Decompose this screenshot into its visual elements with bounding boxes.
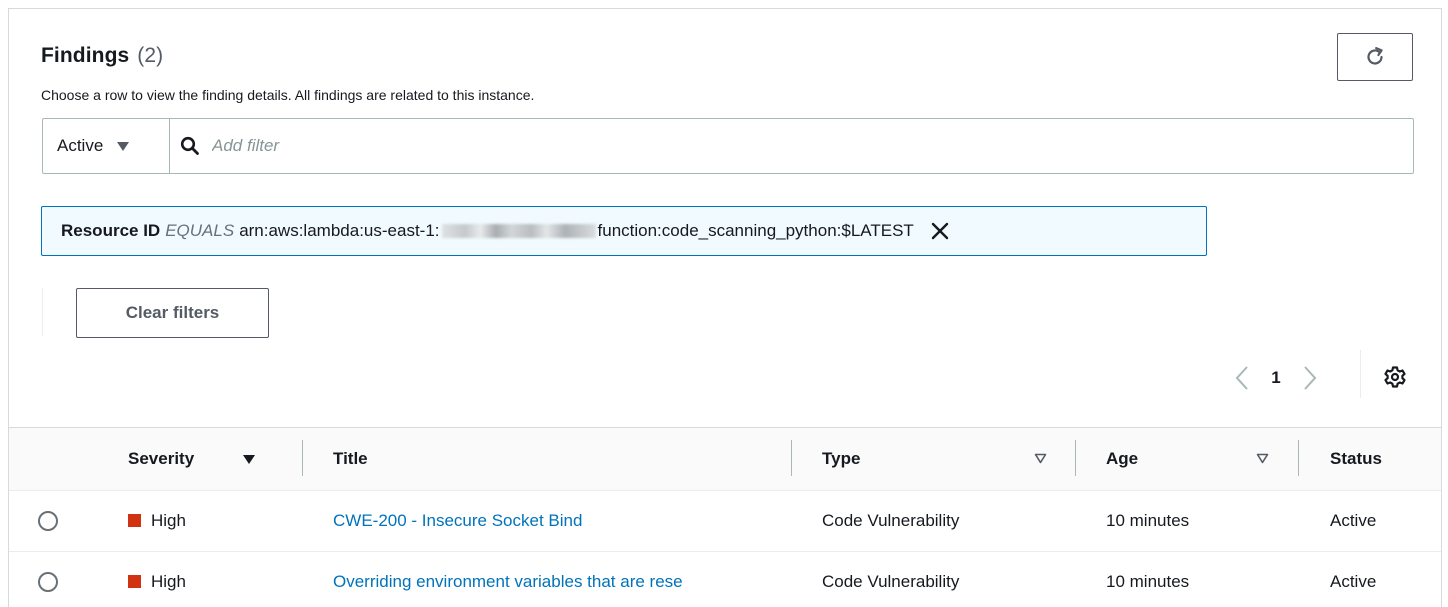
column-header-age[interactable]: Age (1106, 449, 1138, 469)
search-icon (180, 136, 199, 155)
severity-high-icon (128, 514, 141, 527)
column-resizer[interactable] (1075, 440, 1076, 476)
type-cell: Code Vulnerability (822, 511, 960, 530)
findings-title: Findings (41, 44, 130, 67)
filter-bar: Active (42, 118, 1414, 174)
sort-outline-icon[interactable] (1034, 453, 1047, 464)
column-label-type: Type (822, 449, 861, 468)
title-cell: Overriding environment variables that ar… (333, 572, 791, 592)
column-header-status[interactable]: Status (1330, 449, 1382, 469)
column-header-type[interactable]: Type (822, 449, 860, 469)
token-value-prefix: arn:aws:lambda:us-east-1: (239, 221, 440, 240)
status-cell: Active (1330, 511, 1377, 530)
column-resizer[interactable] (1298, 440, 1299, 476)
pagination-divider (1360, 350, 1361, 398)
token-key: Resource ID (61, 221, 161, 240)
page-number-1[interactable]: 1 (1256, 368, 1296, 388)
previous-page-button[interactable] (1228, 363, 1256, 393)
token-operator: EQUALS (165, 221, 235, 240)
column-resizer[interactable] (791, 440, 792, 476)
pagination: 1 (1228, 360, 1324, 396)
findings-description: Choose a row to view the finding details… (41, 87, 535, 103)
severity-label: High (151, 572, 186, 591)
column-label-title: Title (333, 449, 368, 468)
redacted-account-id (441, 224, 596, 238)
close-icon (931, 222, 949, 240)
column-label-severity: Severity (128, 449, 195, 468)
severity-cell: High (128, 572, 186, 592)
column-label-age: Age (1106, 449, 1139, 468)
column-resizer[interactable] (302, 440, 303, 476)
column-header-severity[interactable]: Severity (128, 449, 256, 469)
type-cell: Code Vulnerability (822, 572, 960, 591)
clear-filters-divider (42, 288, 43, 336)
status-cell: Active (1330, 572, 1377, 591)
row-select-radio[interactable] (38, 511, 58, 531)
filter-input-wrap (170, 119, 1413, 173)
column-label-status: Status (1330, 449, 1382, 468)
column-header-title[interactable]: Title (333, 449, 368, 469)
clear-filters-button[interactable]: Clear filters (76, 288, 269, 338)
age-cell: 10 minutes (1106, 572, 1190, 591)
remove-token-button[interactable] (930, 221, 950, 241)
finding-title-link[interactable]: CWE-200 - Insecure Socket Bind (333, 511, 789, 531)
filter-token: Resource ID EQUALS arn:aws:lambda:us-eas… (41, 206, 1207, 256)
refresh-button[interactable] (1337, 33, 1413, 81)
age-cell: 10 minutes (1106, 511, 1190, 530)
page-title: Findings (2) (41, 44, 163, 68)
row-select-radio[interactable] (38, 572, 58, 592)
severity-cell: High (128, 511, 186, 531)
severity-label: High (151, 511, 186, 530)
caret-down-icon (117, 141, 130, 151)
next-page-button[interactable] (1296, 363, 1324, 393)
gear-icon (1384, 366, 1406, 388)
status-filter-value: Active (57, 136, 104, 155)
refresh-icon (1367, 47, 1383, 65)
token-value-suffix: function:code_scanning_python:$LATEST (597, 221, 914, 240)
preferences-button[interactable] (1380, 362, 1410, 392)
chevron-left-icon (1235, 366, 1248, 390)
severity-high-icon (128, 575, 141, 588)
status-filter-select[interactable]: Active (43, 119, 170, 173)
chevron-right-icon (1304, 366, 1317, 390)
finding-title-link[interactable]: Overriding environment variables that ar… (333, 572, 791, 592)
sort-descending-icon[interactable] (243, 454, 256, 464)
filter-input[interactable] (212, 119, 1413, 173)
title-cell: CWE-200 - Insecure Socket Bind (333, 511, 789, 531)
sort-outline-icon[interactable] (1256, 453, 1269, 464)
findings-count: (2) (137, 44, 164, 67)
